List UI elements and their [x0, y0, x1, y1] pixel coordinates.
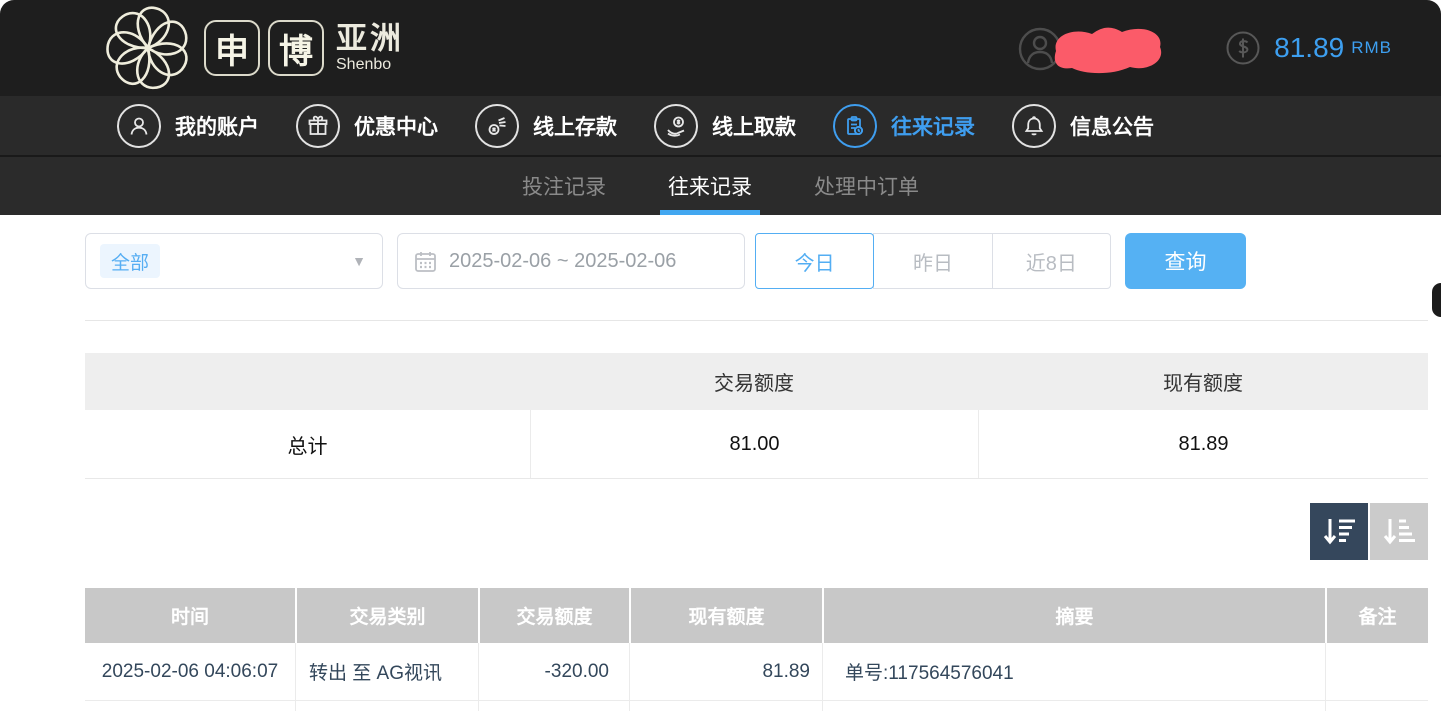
logo-characters: 申 博	[204, 20, 324, 76]
sort-descending-button[interactable]	[1310, 503, 1368, 560]
app-window: 申 博 亚洲 Shenbo	[0, 0, 1441, 711]
cell-remark	[1325, 643, 1428, 700]
nav-label: 线上存款	[533, 111, 617, 141]
nav-item-deposit[interactable]: 线上存款	[475, 104, 617, 148]
records-table-header: 时间 交易类别 交易额度 现有额度 摘要 备注	[85, 588, 1428, 643]
col-time: 时间	[85, 588, 295, 643]
summary-col-transaction: 交易额度	[530, 353, 978, 410]
tab-transaction-records[interactable]: 往来记录	[660, 157, 760, 215]
cell-amount: -320.00	[478, 643, 629, 700]
deposit-icon	[475, 104, 519, 148]
nav-item-withdraw[interactable]: 线上取款	[654, 104, 796, 148]
bell-icon	[1012, 104, 1056, 148]
quick-range-group: 今日 昨日 近8日	[755, 233, 1111, 289]
quick-range-yesterday[interactable]: 昨日	[873, 233, 992, 289]
summary-col-empty	[85, 353, 530, 410]
flower-logo-icon	[102, 2, 194, 94]
col-summary: 摘要	[822, 588, 1325, 643]
type-select[interactable]: 全部 ▼	[85, 233, 383, 289]
records-icon	[833, 104, 877, 148]
nav-label: 线上取款	[712, 111, 796, 141]
nav-label: 优惠中心	[354, 111, 438, 141]
cell-time: 2025-02-06 04:06:07	[85, 643, 295, 700]
search-button[interactable]: 查询	[1125, 233, 1246, 289]
logo-char-1: 申	[204, 20, 260, 76]
logo-char-2: 博	[268, 20, 324, 76]
logo-latin-text: Shenbo	[336, 57, 404, 73]
chevron-down-icon: ▼	[352, 253, 366, 269]
nav-item-promotions[interactable]: 优惠中心	[296, 104, 438, 148]
records-table: 时间 交易类别 交易额度 现有额度 摘要 备注 2025-02-06 04:06…	[85, 588, 1428, 711]
balance-amount[interactable]: 81.89	[1274, 32, 1344, 64]
col-balance: 现有额度	[629, 588, 822, 643]
nav-label: 往来记录	[891, 111, 975, 141]
brand-logo[interactable]: 申 博 亚洲 Shenbo	[102, 2, 404, 94]
main-nav: 我的账户 优惠中心 线上存款	[0, 96, 1441, 157]
dollar-coin-icon	[1226, 31, 1260, 65]
content-area: 全部 ▼ 2025-02-06 ~ 2025-02-06 今日 昨日 近8日 查…	[0, 215, 1441, 711]
logo-region-text: 亚洲	[336, 23, 404, 54]
balance-currency: RMB	[1351, 38, 1392, 58]
sort-amount-asc-icon	[1381, 516, 1417, 548]
user-account-area[interactable]	[1018, 18, 1168, 78]
date-range-value: 2025-02-06 ~ 2025-02-06	[449, 250, 676, 273]
summary-table-header: 交易额度 现有额度	[85, 353, 1428, 410]
summary-total-label: 总计	[85, 410, 530, 478]
gift-icon	[296, 104, 340, 148]
nav-item-announcements[interactable]: 信息公告	[1012, 104, 1154, 148]
summary-total-row: 总计 81.00 81.89	[85, 410, 1428, 479]
sort-amount-desc-icon	[1321, 516, 1357, 548]
tab-betting-records[interactable]: 投注记录	[514, 157, 614, 215]
section-divider	[85, 320, 1428, 321]
user-icon	[117, 104, 161, 148]
cell-summary: 单号:117564576041	[822, 643, 1325, 700]
calendar-icon	[414, 250, 437, 273]
quick-range-today[interactable]: 今日	[755, 233, 874, 289]
sort-buttons	[1310, 503, 1428, 560]
table-row-partial	[85, 701, 1428, 711]
sub-tabbar: 投注记录 往来记录 处理中订单	[0, 157, 1441, 215]
redacted-username-scribble	[1044, 23, 1170, 75]
summary-transaction-amount: 81.00	[530, 410, 978, 478]
tab-processing-orders[interactable]: 处理中订单	[806, 157, 927, 215]
nav-item-records[interactable]: 往来记录	[833, 104, 975, 148]
summary-table: 交易额度 现有额度 总计 81.00 81.89	[85, 353, 1428, 479]
summary-col-balance: 现有额度	[978, 353, 1428, 410]
col-remark: 备注	[1325, 588, 1428, 643]
cell-type: 转出 至 AG视讯	[295, 643, 478, 700]
table-row: 2025-02-06 04:06:07 转出 至 AG视讯 -320.00 81…	[85, 643, 1428, 701]
top-header: 申 博 亚洲 Shenbo	[0, 0, 1441, 96]
col-amount: 交易额度	[478, 588, 629, 643]
nav-label: 我的账户	[175, 111, 259, 141]
date-range-picker[interactable]: 2025-02-06 ~ 2025-02-06	[397, 233, 745, 289]
quick-range-last8days[interactable]: 近8日	[992, 233, 1111, 289]
nav-item-my-account[interactable]: 我的账户	[117, 104, 259, 148]
cell-balance: 81.89	[629, 643, 822, 700]
floating-widget-edge[interactable]	[1432, 283, 1441, 317]
sort-ascending-button[interactable]	[1370, 503, 1428, 560]
summary-current-balance: 81.89	[978, 410, 1428, 478]
col-type: 交易类别	[295, 588, 478, 643]
type-select-value: 全部	[100, 244, 160, 278]
withdraw-icon	[654, 104, 698, 148]
nav-label: 信息公告	[1070, 111, 1154, 141]
